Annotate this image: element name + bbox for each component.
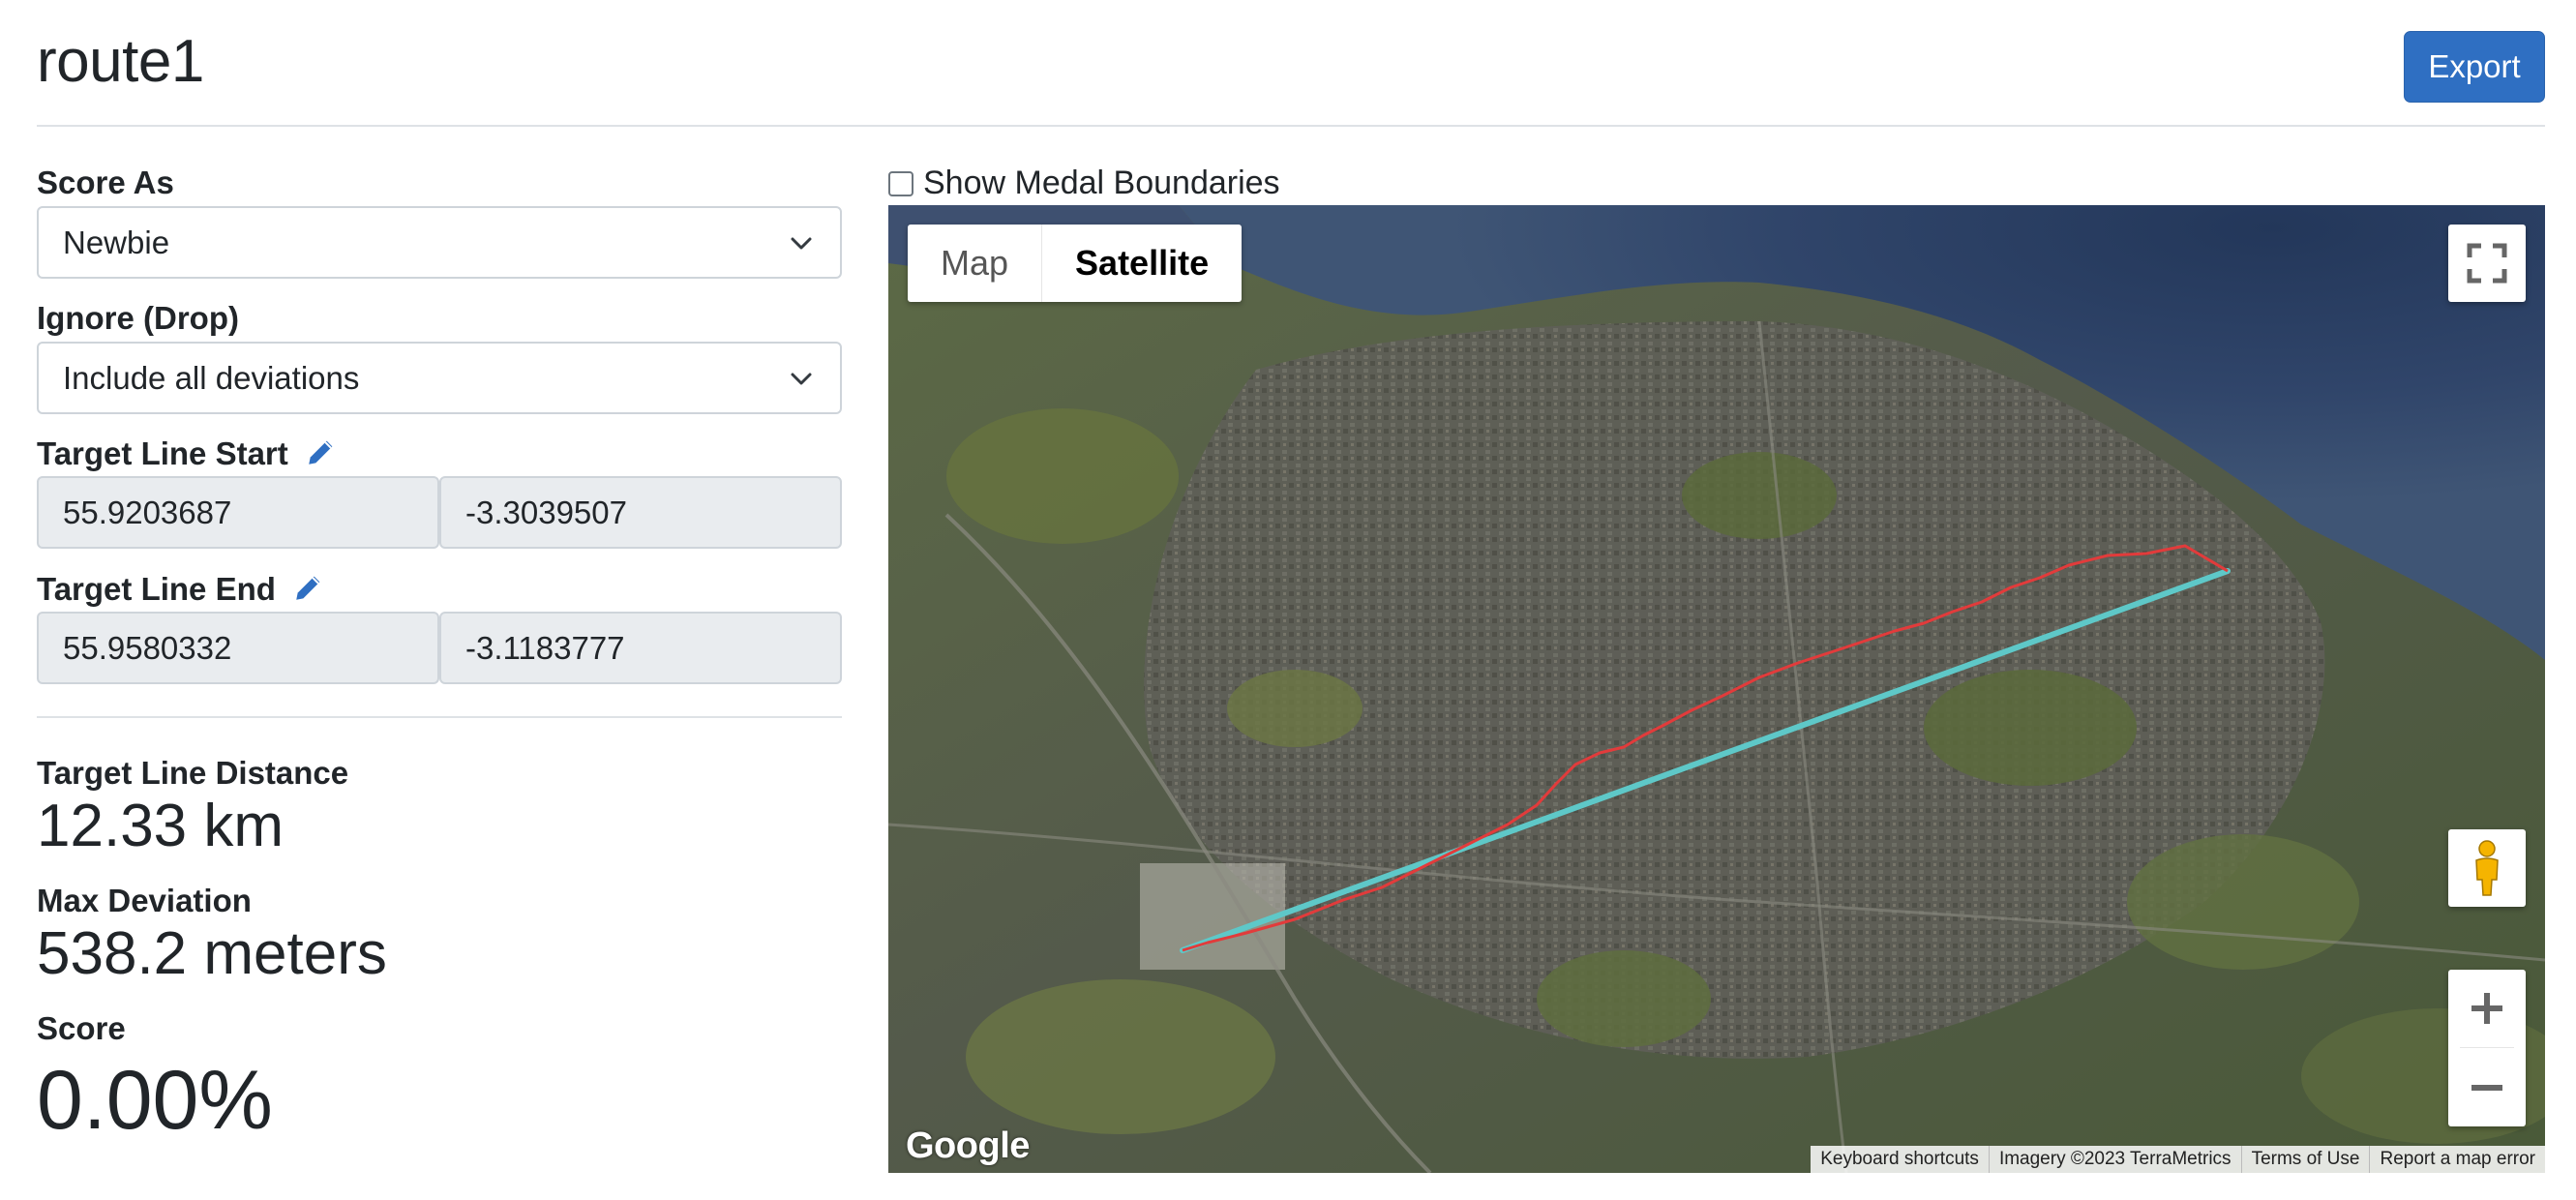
max-deviation-label: Max Deviation: [37, 883, 252, 918]
page-title: route1: [37, 28, 204, 95]
satellite-imagery: [888, 205, 2545, 1173]
chevron-down-icon: [791, 237, 812, 250]
plus-icon: [2471, 993, 2502, 1024]
minus-icon: [2471, 1085, 2502, 1091]
zoom-in-button[interactable]: [2448, 970, 2526, 1047]
map-attribution-bar: Keyboard shortcuts Imagery ©2023 TerraMe…: [1811, 1146, 2545, 1173]
score-label: Score: [37, 1010, 126, 1046]
zoom-separator: [2460, 1047, 2514, 1048]
max-deviation-value: 538.2 meters: [37, 920, 387, 987]
score-as-value: Newbie: [63, 225, 170, 260]
target-line-end-text: Target Line End: [37, 571, 276, 607]
target-line-start-text: Target Line Start: [37, 435, 288, 471]
zoom-control: [2448, 970, 2526, 1126]
target-end-lat-value: 55.9580332: [63, 630, 232, 666]
chevron-down-icon: [791, 373, 812, 385]
pencil-icon[interactable]: [292, 571, 325, 604]
pegman-icon: [2475, 840, 2499, 896]
imagery-credit: Imagery ©2023 TerraMetrics: [1988, 1146, 2241, 1173]
target-end-lng-field[interactable]: -3.1183777: [439, 612, 842, 684]
report-map-error-link[interactable]: Report a map error: [2369, 1146, 2545, 1173]
target-start-lat-value: 55.9203687: [63, 495, 232, 530]
target-line-distance-label: Target Line Distance: [37, 755, 349, 791]
medal-boundaries-label: Show Medal Boundaries: [923, 165, 1280, 201]
ignore-value: Include all deviations: [63, 360, 360, 396]
google-logo: Google: [906, 1125, 1030, 1166]
map-type-map-button[interactable]: Map: [908, 225, 1043, 302]
ignore-select[interactable]: Include all deviations: [37, 342, 842, 414]
map-type-satellite-button[interactable]: Satellite: [1042, 225, 1242, 302]
section-divider: [37, 716, 842, 718]
medal-boundaries-toggle[interactable]: Show Medal Boundaries: [888, 165, 1280, 202]
export-button[interactable]: Export: [2404, 31, 2545, 103]
medal-boundaries-checkbox[interactable]: [888, 170, 914, 196]
target-start-lng-value: -3.3039507: [465, 495, 627, 530]
target-start-lng-field[interactable]: -3.3039507: [439, 476, 842, 549]
target-line-distance-value: 12.33 km: [37, 793, 285, 859]
target-end-lng-value: -3.1183777: [465, 630, 625, 666]
score-value: 0.00%: [37, 1054, 273, 1147]
keyboard-shortcuts-link[interactable]: Keyboard shortcuts: [1811, 1146, 1989, 1173]
terms-of-use-link[interactable]: Terms of Use: [2240, 1146, 2370, 1173]
zoom-out-button[interactable]: [2448, 1049, 2526, 1126]
target-line-start-label: Target Line Start: [37, 435, 338, 472]
score-as-label: Score As: [37, 165, 174, 200]
target-start-lat-field[interactable]: 55.9203687: [37, 476, 439, 549]
fullscreen-icon: [2467, 243, 2507, 284]
street-view-pegman[interactable]: [2448, 829, 2526, 907]
ignore-label: Ignore (Drop): [37, 300, 239, 336]
target-line-end-label: Target Line End: [37, 571, 325, 608]
fullscreen-button[interactable]: [2448, 225, 2526, 302]
map-type-control: Map Satellite: [908, 225, 1243, 302]
pencil-icon[interactable]: [305, 435, 338, 468]
score-as-select[interactable]: Newbie: [37, 206, 842, 279]
page-header: route1 Export: [37, 0, 2545, 127]
satellite-map[interactable]: Map Satellite Google Keyboard shortcuts …: [888, 205, 2545, 1173]
target-end-lat-field[interactable]: 55.9580332: [37, 612, 439, 684]
